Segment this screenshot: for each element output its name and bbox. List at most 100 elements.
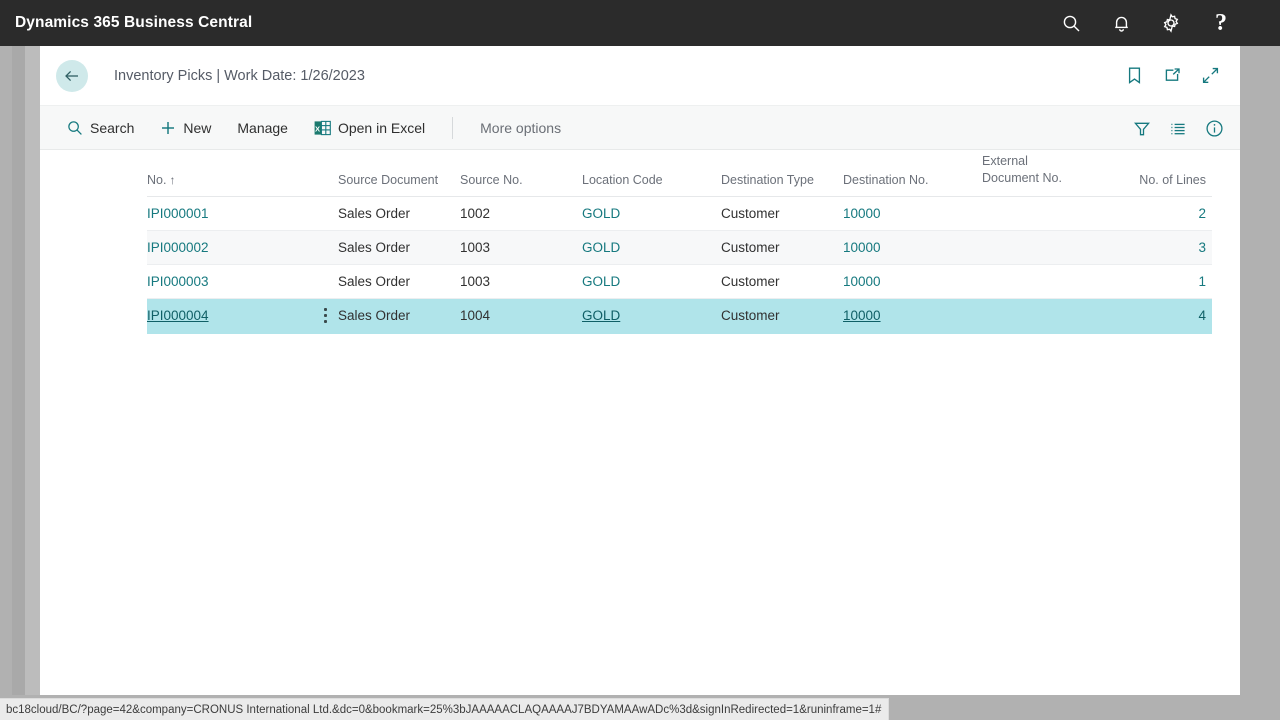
new-button[interactable]: New — [147, 105, 224, 150]
settings-icon[interactable] — [1146, 0, 1196, 46]
column-header-external-document-no[interactable]: External Document No. — [982, 150, 1135, 197]
command-toolbar: Search New Manage X Open in Excel More o… — [40, 105, 1240, 150]
cell-location-code[interactable]: GOLD — [582, 196, 722, 231]
cell-source-no: 1002 — [460, 196, 583, 231]
cell-location-code[interactable]: GOLD — [582, 230, 722, 265]
cell-destination-no[interactable]: 10000 — [843, 230, 983, 265]
cell-no[interactable]: IPI000004 — [147, 298, 312, 334]
cell-destination-no[interactable]: 10000 — [843, 264, 983, 299]
appbar-icon-group: ? — [1046, 0, 1246, 46]
cell-external-document-no — [982, 196, 1135, 231]
row-link-destination-no[interactable]: 10000 — [843, 240, 881, 255]
cell-destination-type: Customer — [721, 264, 844, 299]
right-gutter — [1240, 46, 1280, 720]
cell-no-of-lines[interactable]: 1 — [1134, 264, 1213, 299]
row-link-destination-no[interactable]: 10000 — [843, 206, 881, 221]
app-root: Dynamics 365 Business Central ? Inventor… — [0, 0, 1280, 720]
new-button-label: New — [183, 119, 212, 136]
cell-row-menu[interactable] — [312, 298, 339, 334]
page-title: Inventory Picks | Work Date: 1/26/2023 — [114, 67, 365, 84]
table-row[interactable]: IPI000003 Sales Order 1003 GOLD Customer… — [147, 264, 1213, 299]
cell-no-of-lines[interactable]: 2 — [1134, 196, 1213, 231]
toolbar-right-icon-group — [1129, 106, 1227, 151]
manage-button[interactable]: Manage — [224, 105, 301, 150]
cell-row-menu[interactable] — [312, 230, 339, 265]
cell-destination-no[interactable]: 10000 — [843, 196, 983, 231]
table-row[interactable]: IPI000002 Sales Order 1003 GOLD Customer… — [147, 230, 1213, 265]
help-icon[interactable]: ? — [1196, 0, 1246, 46]
help-icon-label: ? — [1215, 10, 1227, 36]
column-header-no[interactable]: No. ↑ — [147, 150, 339, 197]
column-header-destination-type[interactable]: Destination Type — [721, 150, 844, 197]
svg-text:X: X — [315, 124, 320, 133]
cell-destination-no[interactable]: 10000 — [843, 298, 983, 334]
excel-icon: X — [314, 120, 331, 136]
cell-no[interactable]: IPI000001 — [147, 196, 312, 231]
row-link-location[interactable]: GOLD — [582, 274, 620, 289]
left-gutter-band-a — [12, 46, 25, 695]
back-arrow-icon — [65, 70, 78, 81]
cell-source-document: Sales Order — [338, 298, 461, 334]
column-header-no-label: No. — [147, 172, 167, 187]
cell-source-no: 1004 — [460, 298, 583, 334]
cell-location-code[interactable]: GOLD — [582, 264, 722, 299]
column-header-location-code[interactable]: Location Code — [582, 150, 722, 197]
cell-location-code[interactable]: GOLD — [582, 298, 722, 334]
cell-source-document: Sales Order — [338, 264, 461, 299]
column-header-destination-no[interactable]: Destination No. — [843, 150, 983, 197]
row-link-location[interactable]: GOLD — [582, 308, 620, 323]
collapse-icon[interactable] — [1195, 61, 1225, 91]
row-actions-menu-icon[interactable] — [312, 299, 338, 333]
plus-icon — [160, 120, 176, 136]
back-button[interactable] — [56, 59, 88, 92]
row-link-no-of-lines[interactable]: 4 — [1199, 308, 1207, 323]
table-head: No. ↑ Source Document Source No. Location… — [147, 150, 1213, 197]
cell-no-of-lines[interactable]: 3 — [1134, 230, 1213, 265]
search-button[interactable]: Search — [54, 105, 147, 150]
notification-icon[interactable] — [1096, 0, 1146, 46]
row-link-no-of-lines[interactable]: 3 — [1199, 240, 1207, 255]
cell-source-no: 1003 — [460, 264, 583, 299]
inventory-picks-grid: No. ↑ Source Document Source No. Location… — [40, 150, 1240, 334]
cell-external-document-no — [982, 298, 1135, 334]
cell-external-document-no — [982, 230, 1135, 265]
row-link-no-of-lines[interactable]: 2 — [1199, 206, 1207, 221]
column-header-external-document-no-line1: External — [982, 153, 1028, 168]
more-options-button[interactable]: More options — [467, 105, 574, 150]
row-link-destination-no[interactable]: 10000 — [843, 274, 881, 289]
table-row[interactable]: IPI000001 Sales Order 1002 GOLD Customer… — [147, 196, 1213, 231]
cell-row-menu[interactable] — [312, 264, 339, 299]
cell-no[interactable]: IPI000002 — [147, 230, 312, 265]
left-gutter-band-b — [25, 46, 40, 695]
row-link-no-of-lines[interactable]: 1 — [1199, 274, 1207, 289]
row-link-destination-no[interactable]: 10000 — [843, 308, 881, 323]
cell-no[interactable]: IPI000003 — [147, 264, 312, 299]
open-new-window-icon[interactable] — [1157, 61, 1187, 91]
open-in-excel-button[interactable]: X Open in Excel — [301, 105, 438, 150]
app-bar: Dynamics 365 Business Central ? — [0, 0, 1280, 46]
column-header-no-of-lines[interactable]: No. of Lines — [1134, 150, 1213, 197]
row-link-location[interactable]: GOLD — [582, 240, 620, 255]
info-icon[interactable] — [1201, 116, 1227, 142]
filter-icon[interactable] — [1129, 116, 1155, 142]
status-bar-url: bc18cloud/BC/?page=42&company=CRONUS Int… — [6, 703, 882, 716]
cell-row-menu[interactable] — [312, 196, 339, 231]
cell-source-document: Sales Order — [338, 196, 461, 231]
more-options-label: More options — [480, 119, 562, 136]
search-icon — [67, 120, 83, 136]
manage-button-label: Manage — [237, 119, 288, 136]
row-link-no[interactable]: IPI000004 — [147, 308, 209, 323]
cell-destination-type: Customer — [721, 230, 844, 265]
cell-no-of-lines[interactable]: 4 — [1134, 298, 1213, 334]
row-link-location[interactable]: GOLD — [582, 206, 620, 221]
column-header-source-document[interactable]: Source Document — [338, 150, 461, 197]
row-link-no[interactable]: IPI000002 — [147, 240, 209, 255]
list-view-icon[interactable] — [1165, 116, 1191, 142]
row-link-no[interactable]: IPI000001 — [147, 206, 209, 221]
search-icon[interactable] — [1046, 0, 1096, 46]
row-link-no[interactable]: IPI000003 — [147, 274, 209, 289]
table-row-selected[interactable]: IPI000004 Sales Order 1004 GOLD Customer… — [147, 298, 1213, 334]
page-header-icon-group — [1119, 46, 1225, 105]
bookmark-icon[interactable] — [1119, 61, 1149, 91]
column-header-source-no[interactable]: Source No. — [460, 150, 583, 197]
